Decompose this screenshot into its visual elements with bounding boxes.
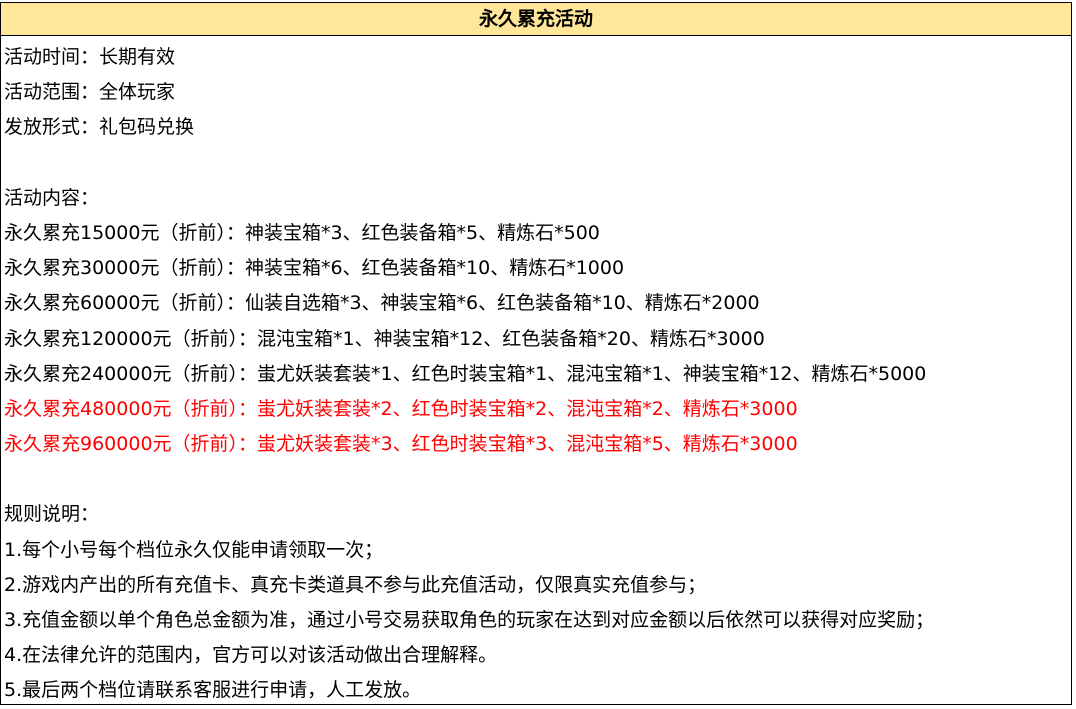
- page-title: 永久累充活动: [1, 3, 1071, 36]
- rule-item: 4.在法律允许的范围内，官方可以对该活动做出合理解释。: [4, 644, 498, 667]
- tier-line: 永久累充960000元（折前）：蚩尤妖装套装*3、红色时装宝箱*3、混沌宝箱*5…: [4, 433, 798, 456]
- tier-line: 永久累充15000元（折前）：神装宝箱*3、红色装备箱*5、精炼石*500: [4, 221, 600, 244]
- info-scope: 活动范围：全体玩家: [4, 81, 176, 104]
- info-time: 活动时间：长期有效: [4, 46, 176, 68]
- content-heading: 活动内容：: [4, 186, 100, 209]
- tier-line: 永久累充240000元（折前）：蚩尤妖装套装*1、红色时装宝箱*1、混沌宝箱*1…: [4, 362, 927, 385]
- content-area: 活动时间：长期有效 活动范围：全体玩家 发放形式：礼包码兑换 活动内容： 永久累…: [1, 36, 1071, 709]
- rule-item: 1.每个小号每个档位永久仅能申请领取一次；: [4, 538, 384, 561]
- tier-line: 永久累充30000元（折前）：神装宝箱*6、红色装备箱*10、精炼石*1000: [4, 257, 625, 280]
- rule-item: 5.最后两个档位请联系客服进行申请，人工发放。: [4, 679, 422, 702]
- rule-item: 3.充值金额以单个角色总金额为准，通过小号交易获取角色的玩家在达到对应金额以后依…: [4, 609, 935, 631]
- tier-line: 永久累充120000元（折前）：混沌宝箱*1、神装宝箱*12、红色装备箱*20、…: [4, 327, 765, 350]
- tier-line: 永久累充60000元（折前）：仙装自选箱*3、神装宝箱*6、红色装备箱*10、精…: [4, 292, 760, 315]
- info-method: 发放形式：礼包码兑换: [4, 116, 195, 139]
- rule-item: 2.游戏内产出的所有充值卡、真充卡类道具不参与此充值活动，仅限真实充值参与；: [4, 573, 707, 596]
- activity-sheet: 永久累充活动 活动时间：长期有效 活动范围：全体玩家 发放形式：礼包码兑换 活动…: [0, 2, 1072, 705]
- rules-heading: 规则说明：: [4, 503, 100, 526]
- tier-line: 永久累充480000元（折前）：蚩尤妖装套装*2、红色时装宝箱*2、混沌宝箱*2…: [4, 397, 798, 420]
